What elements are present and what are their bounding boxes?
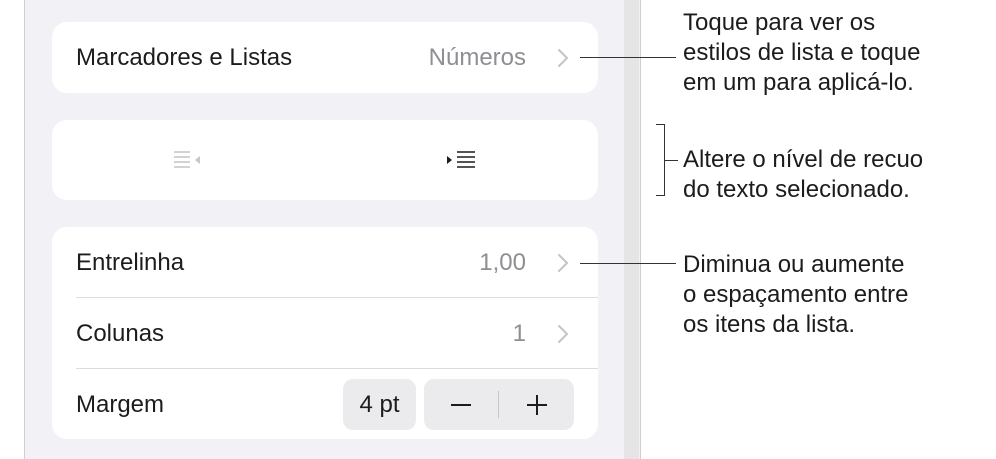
minus-icon [451, 403, 471, 406]
callout-spacing-line-2: o espaçamento entre [683, 281, 909, 308]
callout-indent-line-1: Altere o nível de recuo [683, 146, 924, 173]
indent-icon [446, 151, 475, 168]
margin-label: Margem [76, 390, 165, 418]
callout-indent: Altere o nível de recuo do texto selecio… [683, 145, 923, 205]
margin-decrease-button[interactable] [424, 379, 498, 430]
line-spacing-row[interactable]: Entrelinha 1,00 [52, 227, 598, 298]
callout-bullets-line-3: em um para aplicá-lo. [683, 69, 914, 96]
margin-value: 4 pt [359, 390, 400, 418]
panel-edge [624, 0, 639, 459]
margin-stepper [424, 379, 574, 430]
line-spacing-label: Entrelinha [76, 248, 185, 276]
margin-increase-button[interactable] [500, 379, 574, 430]
outdent-icon [173, 151, 200, 168]
columns-label: Colunas [76, 319, 165, 347]
columns-row[interactable]: Colunas 1 [52, 298, 598, 369]
callout-line-indent [664, 160, 678, 161]
chevron-right-icon [558, 324, 568, 343]
callout-bullets: Toque para ver os estilos de lista e toq… [683, 8, 920, 98]
decrease-indent-button[interactable] [52, 120, 325, 200]
bullets-lists-row[interactable]: Marcadores e Listas Números [52, 22, 598, 93]
plus-icon [527, 394, 547, 415]
increase-indent-button[interactable] [325, 120, 598, 200]
callout-line-bullets [580, 57, 676, 58]
callout-spacing-line-3: os itens da lista. [683, 311, 856, 338]
stepper-divider [498, 391, 499, 418]
line-spacing-value: 1,00 [479, 248, 526, 276]
margin-value-field[interactable]: 4 pt [343, 379, 416, 430]
bullets-lists-label: Marcadores e Listas [76, 43, 293, 71]
callout-spacing-line-1: Diminua ou aumente [683, 251, 905, 278]
columns-value: 1 [512, 319, 526, 347]
chevron-right-icon [558, 48, 568, 67]
callout-indent-line-2: do texto selecionado. [683, 176, 910, 203]
chevron-right-icon [558, 253, 568, 272]
callout-line-spacing [580, 263, 676, 264]
callout-bullets-line-1: Toque para ver os [683, 9, 876, 36]
callout-bullets-line-2: estilos de lista e toque [683, 39, 921, 66]
bullets-lists-value: Números [428, 43, 526, 71]
callout-spacing: Diminua ou aumente o espaçamento entre o… [683, 250, 908, 340]
